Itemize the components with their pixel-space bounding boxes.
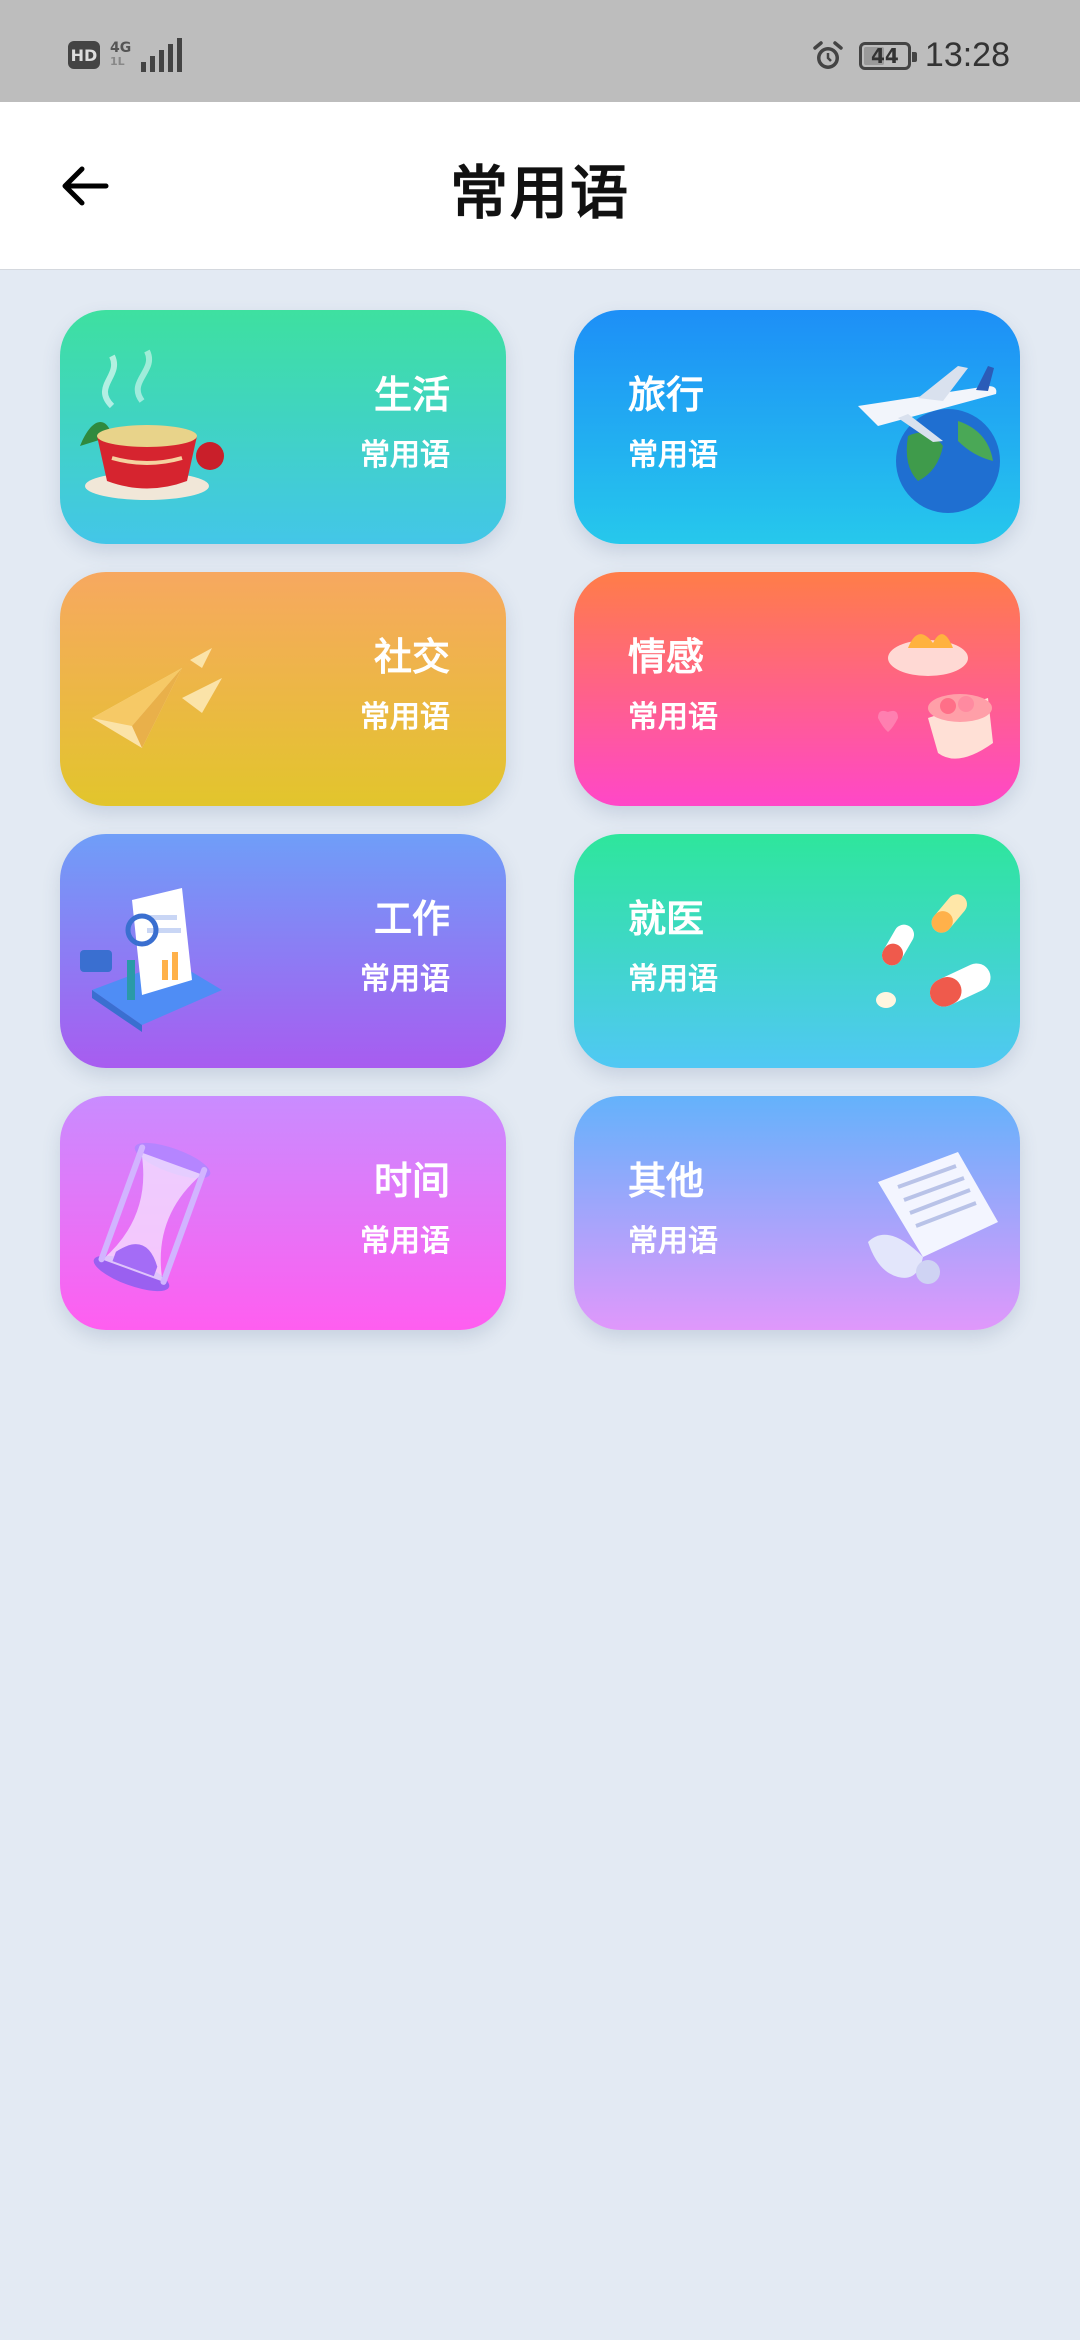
category-card-medical[interactable]: 就医 常用语 bbox=[574, 834, 1020, 1068]
category-subtitle: 常用语 bbox=[628, 700, 718, 735]
category-grid: 生活 常用语 旅行 常用语 社交 常用语 情感 常用语 工作 常用语 就医 常用… bbox=[60, 310, 1020, 1330]
category-subtitle: 常用语 bbox=[360, 962, 450, 997]
signal-icon bbox=[141, 38, 183, 72]
gift-box-icon bbox=[878, 634, 993, 759]
category-card-social[interactable]: 社交 常用语 bbox=[60, 572, 506, 806]
status-bar: HD 4G 1L 44 13:28 bbox=[0, 0, 1080, 102]
category-title: 其他 bbox=[628, 1159, 705, 1203]
category-card-work[interactable]: 工作 常用语 bbox=[60, 834, 506, 1068]
category-title: 社交 bbox=[373, 635, 450, 679]
hd-icon: HD bbox=[68, 41, 100, 69]
category-title: 就医 bbox=[628, 897, 705, 941]
page-title: 常用语 bbox=[449, 159, 630, 227]
paper-scroll-icon bbox=[868, 1152, 998, 1284]
category-subtitle: 常用语 bbox=[360, 700, 450, 735]
category-subtitle: 常用语 bbox=[628, 438, 718, 473]
document-search-icon bbox=[80, 888, 222, 1032]
clock: 13:28 bbox=[924, 36, 1010, 74]
airplane-globe-icon bbox=[858, 366, 1000, 513]
alarm-icon bbox=[811, 39, 845, 73]
category-title: 时间 bbox=[373, 1159, 450, 1203]
network-type: 4G 1L bbox=[110, 41, 131, 69]
category-card-other[interactable]: 其他 常用语 bbox=[574, 1096, 1020, 1330]
category-title: 工作 bbox=[373, 897, 450, 941]
category-title: 旅行 bbox=[628, 373, 705, 417]
category-subtitle: 常用语 bbox=[360, 438, 450, 473]
tea-cup-icon bbox=[80, 349, 224, 500]
status-right: 44 13:28 bbox=[811, 36, 1010, 75]
category-card-travel[interactable]: 旅行 常用语 bbox=[574, 310, 1020, 544]
category-subtitle: 常用语 bbox=[628, 1224, 718, 1259]
status-left: HD 4G 1L bbox=[68, 38, 183, 72]
category-subtitle: 常用语 bbox=[628, 962, 718, 997]
category-title: 生活 bbox=[373, 373, 450, 417]
pills-icon bbox=[876, 894, 991, 1008]
battery-icon: 44 bbox=[858, 41, 917, 70]
battery-level: 44 bbox=[870, 43, 899, 68]
category-subtitle: 常用语 bbox=[360, 1224, 450, 1259]
hourglass-icon bbox=[93, 1142, 211, 1292]
network-label: 4G bbox=[110, 40, 132, 56]
category-card-time[interactable]: 时间 常用语 bbox=[60, 1096, 506, 1330]
network-sub-label: 1L bbox=[110, 55, 125, 68]
category-title: 情感 bbox=[628, 635, 705, 679]
category-card-life[interactable]: 生活 常用语 bbox=[60, 310, 506, 544]
app-header: 常用语 bbox=[0, 102, 1080, 270]
paper-plane-icon bbox=[92, 648, 222, 748]
category-card-emotion[interactable]: 情感 常用语 bbox=[574, 572, 1020, 806]
